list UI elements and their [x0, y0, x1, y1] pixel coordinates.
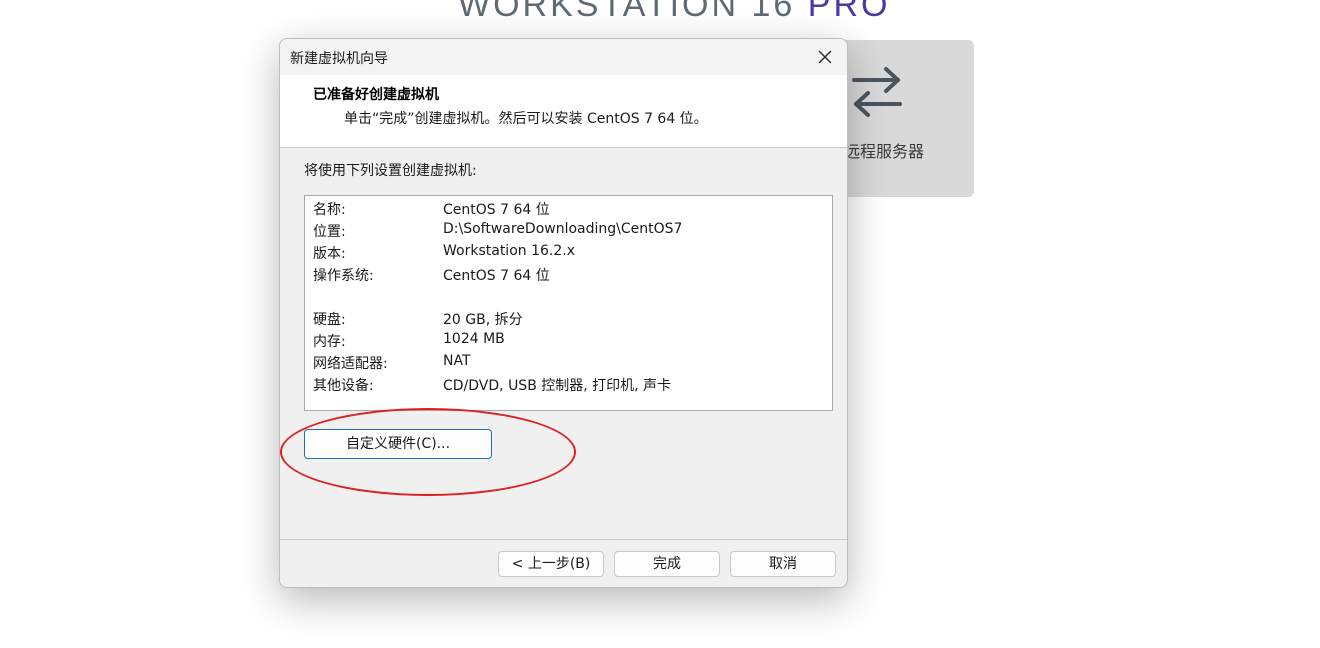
summary-value: CentOS 7 64 位 — [443, 268, 550, 284]
summary-value: 20 GB, 拆分 — [443, 312, 523, 328]
back-button[interactable]: < 上一步(B) — [498, 551, 604, 577]
summary-key: 网络适配器: — [313, 356, 388, 372]
summary-key: 其他设备: — [313, 378, 374, 394]
swap-arrows-icon — [850, 66, 904, 122]
settings-intro-label: 将使用下列设置创建虚拟机: — [304, 163, 477, 179]
dialog-titlebar: 新建虚拟机向导 — [280, 39, 847, 75]
footer-divider — [280, 539, 847, 540]
card-label: 远程服务器 — [844, 142, 925, 161]
brand-main-text: WORKSTATION 16 — [458, 0, 796, 24]
summary-value: D:\SoftwareDownloading\CentOS7 — [443, 221, 683, 237]
summary-value: Workstation 16.2.x — [443, 243, 575, 259]
dialog-title: 新建虚拟机向导 — [290, 51, 388, 67]
summary-value: CD/DVD, USB 控制器, 打印机, 声卡 — [443, 378, 672, 394]
customize-hardware-button[interactable]: 自定义硬件(C)... — [304, 429, 492, 459]
summary-value: CentOS 7 64 位 — [443, 202, 550, 218]
summary-key: 操作系统: — [313, 268, 374, 284]
summary-value: NAT — [443, 353, 471, 369]
summary-value: 1024 MB — [443, 331, 505, 347]
summary-key: 位置: — [313, 224, 346, 240]
summary-key: 内存: — [313, 334, 346, 350]
summary-key: 硬盘: — [313, 312, 346, 328]
settings-summary-box: 名称: CentOS 7 64 位 位置: D:\SoftwareDownloa… — [304, 195, 833, 411]
brand-pro-text: PRO — [807, 0, 891, 24]
workstation-brand-title: WORKSTATION 16 PRO — [458, 0, 890, 25]
finish-button[interactable]: 完成 — [614, 551, 720, 577]
new-vm-wizard-dialog: 新建虚拟机向导 已准备好创建虚拟机 单击“完成”创建虚拟机。然后可以安装 Cen… — [279, 38, 848, 588]
wizard-step-title: 已准备好创建虚拟机 — [313, 87, 439, 103]
summary-key: 版本: — [313, 246, 346, 262]
wizard-step-subtitle: 单击“完成”创建虚拟机。然后可以安装 CentOS 7 64 位。 — [344, 111, 708, 127]
close-icon — [818, 50, 832, 64]
close-button[interactable] — [811, 43, 839, 71]
cancel-button[interactable]: 取消 — [730, 551, 836, 577]
summary-key: 名称: — [313, 202, 346, 218]
wizard-header: 已准备好创建虚拟机 单击“完成”创建虚拟机。然后可以安装 CentOS 7 64… — [280, 75, 847, 148]
